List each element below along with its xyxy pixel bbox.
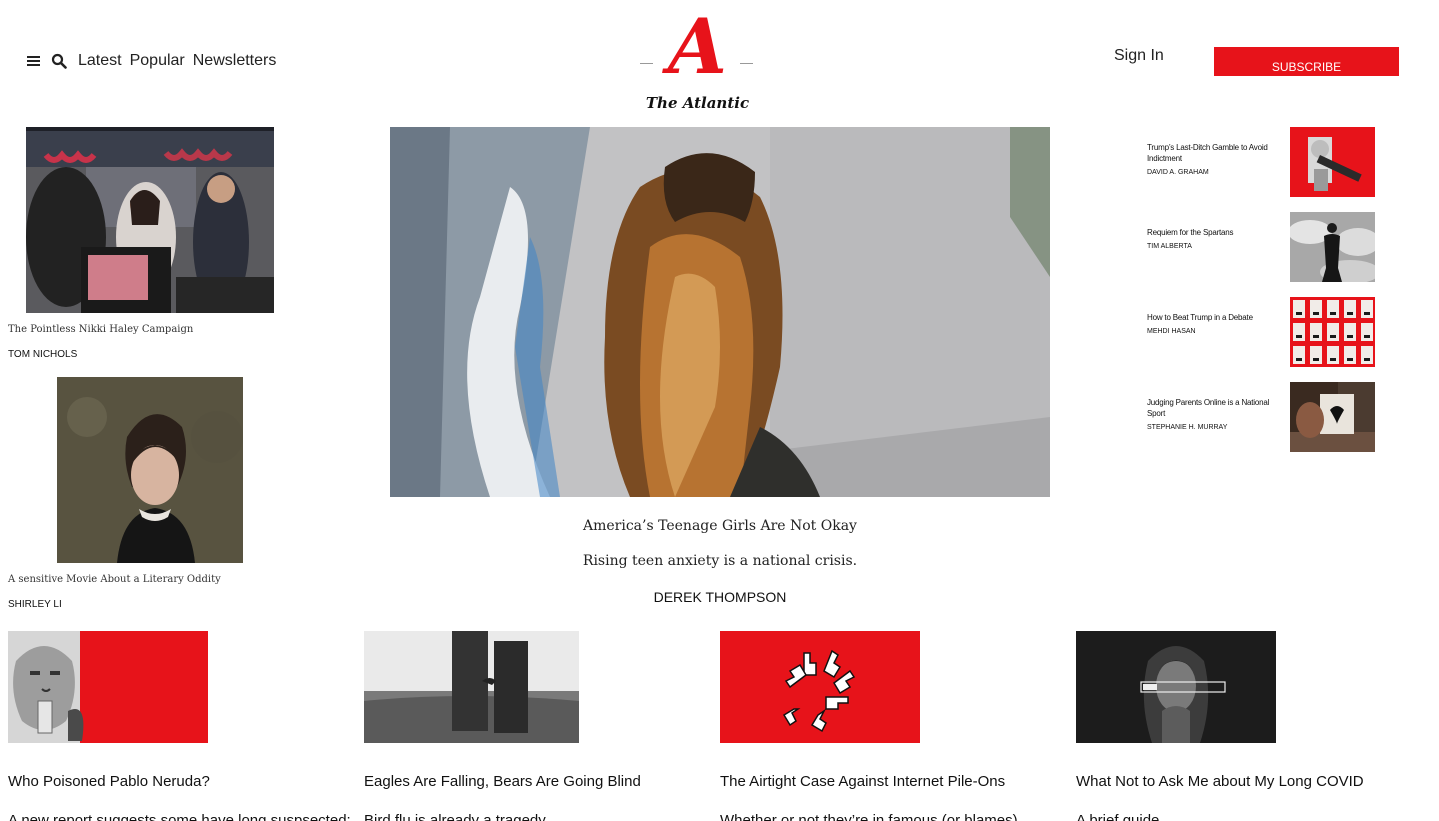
hero-image[interactable] <box>390 127 1050 497</box>
search-icon[interactable] <box>51 53 67 69</box>
nav-latest[interactable]: Latest <box>78 52 122 70</box>
bottom-card-title[interactable]: The Airtight Case Against Internet Pile-… <box>720 773 1076 790</box>
bottom-card: Eagles Are Falling, Bears Are Going Blin… <box>364 631 720 821</box>
bottom-card: What Not to Ask Me about My Long COVID A… <box>1076 631 1432 821</box>
sign-in-link[interactable]: Sign In <box>1114 47 1164 65</box>
bottom-card-dek: A brief guide <box>1076 812 1160 821</box>
left-story-author[interactable]: SHIRLEY LI <box>8 599 221 610</box>
bottom-card-title[interactable]: What Not to Ask Me about My Long COVID <box>1076 773 1432 790</box>
bottom-card-title[interactable]: Who Poisoned Pablo Neruda? <box>8 773 364 790</box>
rail-item[interactable]: How to Beat Trump in a Debate MEHDI HASA… <box>1147 297 1375 367</box>
left-story-title[interactable]: A sensitive Movie About a Literary Oddit… <box>8 574 221 585</box>
rail-item-title[interactable]: Requiem for the Spartans <box>1147 227 1287 238</box>
bottom-card-image[interactable] <box>8 631 208 743</box>
subscribe-button[interactable]: SUBSCRIBE <box>1214 47 1399 76</box>
rail-item-thumbnail[interactable] <box>1290 127 1375 197</box>
rail-item-thumbnail[interactable] <box>1290 382 1375 452</box>
hero-dek: Rising teen anxiety is a national crisis… <box>582 553 858 569</box>
hamburger-menu-icon[interactable] <box>26 53 42 69</box>
bottom-card-dek: Whether or not they’re in famous (or bla… <box>720 812 1022 821</box>
rail-item-title[interactable]: Trump’s Last-Ditch Gamble to Avoid Indic… <box>1147 142 1287 164</box>
rail-item[interactable]: Requiem for the Spartans TIM ALBERTA <box>1147 212 1375 282</box>
rail-item-title[interactable]: How to Beat Trump in a Debate <box>1147 312 1287 323</box>
rail-item-thumbnail[interactable] <box>1290 297 1375 367</box>
bottom-card-dek: Bird flu is already a tragedy. <box>364 812 549 821</box>
rail-item-author: STEPHANIE H. MURRAY <box>1147 424 1228 431</box>
bottom-card-dek: A new report suggests some have long sus… <box>8 812 351 821</box>
hero-author[interactable]: DEREK THOMPSON <box>390 589 1050 605</box>
nav-newsletters[interactable]: Newsletters <box>193 52 277 70</box>
bottom-card: Who Poisoned Pablo Neruda? A new report … <box>8 631 364 821</box>
logo-a-mark: A <box>668 2 727 91</box>
rail-item-title[interactable]: Judging Parents Online is a National Spo… <box>1147 397 1287 419</box>
bottom-card-image[interactable] <box>1076 631 1276 743</box>
left-story-2: A sensitive Movie About a Literary Oddit… <box>8 574 221 610</box>
bottom-card-image[interactable] <box>720 631 920 743</box>
atlantic-logo[interactable]: A The Atlantic <box>640 4 755 116</box>
bottom-card-title[interactable]: Eagles Are Falling, Bears Are Going Blin… <box>364 773 720 790</box>
rail-item-thumbnail[interactable] <box>1290 212 1375 282</box>
left-story-image-1[interactable] <box>26 127 274 313</box>
rail-item-author: TIM ALBERTA <box>1147 243 1192 250</box>
bottom-card-image[interactable] <box>364 631 579 743</box>
left-story-author[interactable]: TOM NICHOLS <box>8 349 193 360</box>
bottom-card: The Airtight Case Against Internet Pile-… <box>720 631 1076 821</box>
rail-item-author: MEHDI HASAN <box>1147 328 1196 335</box>
header-left-nav: Latest Popular Newsletters <box>26 52 276 70</box>
logo-dash-right <box>740 63 753 64</box>
logo-wordmark: The Atlantic <box>645 94 750 112</box>
nav-popular[interactable]: Popular <box>130 52 185 70</box>
left-story-1: The Pointless Nikki Haley Campaign TOM N… <box>8 324 193 360</box>
left-story-image-2[interactable] <box>57 377 243 563</box>
rail-item[interactable]: Trump’s Last-Ditch Gamble to Avoid Indic… <box>1147 127 1375 197</box>
rail-item-author: DAVID A. GRAHAM <box>1147 169 1209 176</box>
left-story-title[interactable]: The Pointless Nikki Haley Campaign <box>8 324 193 335</box>
rail-item[interactable]: Judging Parents Online is a National Spo… <box>1147 382 1375 452</box>
hero-title[interactable]: America’s Teenage Girls Are Not Okay <box>390 518 1050 534</box>
